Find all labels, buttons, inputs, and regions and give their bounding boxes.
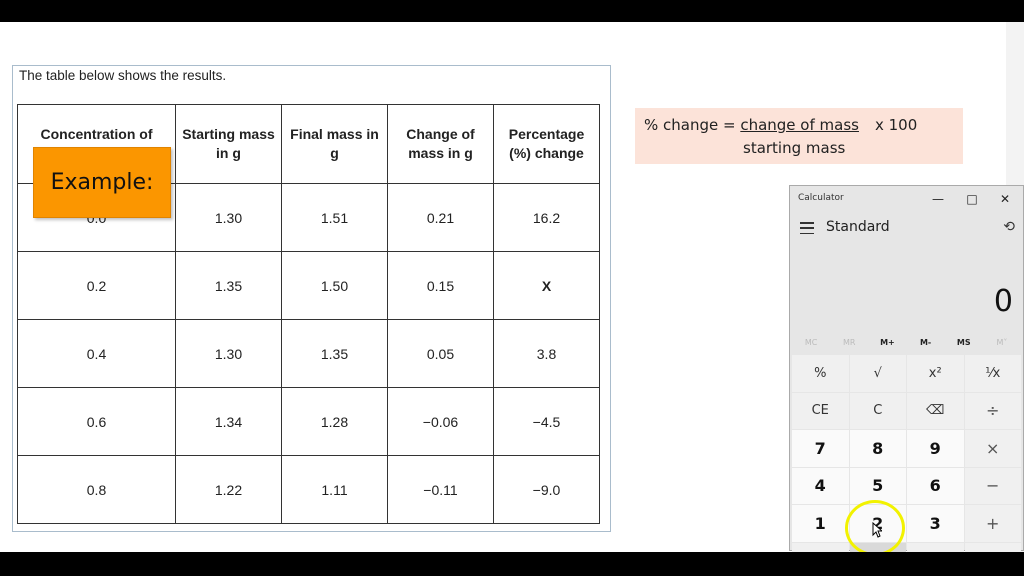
cell-starting-mass: 1.22 xyxy=(175,455,282,524)
document-panel: The table below shows the results. Conce… xyxy=(12,65,611,532)
digit-9-key[interactable]: 9 xyxy=(907,430,964,467)
formula-multiplier: x 100 xyxy=(874,116,918,134)
cell-concentration: 0.6 xyxy=(17,387,176,456)
history-icon[interactable]: ⟲ xyxy=(1003,219,1015,235)
calculator-display: 0 xyxy=(993,284,1013,319)
memory-ms-button[interactable]: MS xyxy=(945,334,983,352)
digit-3-key[interactable]: 3 xyxy=(907,505,964,542)
cell-final-mass: 1.11 xyxy=(281,455,388,524)
cell-final-mass: 1.35 xyxy=(281,319,388,388)
calculator-window: Calculator — □ ✕ Standard ⟲ 0 MC MR M+ M- MS… xyxy=(789,185,1024,552)
cell-change-of-mass: 0.15 xyxy=(387,251,494,320)
digit-2-key[interactable]: 2 xyxy=(849,505,906,542)
cell-final-mass: 1.50 xyxy=(281,251,388,320)
digit-8-key[interactable]: 8 xyxy=(849,430,906,467)
table-row: 0.6 1.34 1.28 −0.06 −4.5 xyxy=(17,387,600,456)
cell-starting-mass: 1.30 xyxy=(175,319,282,388)
formula-denominator: starting mass xyxy=(743,139,846,157)
formula-line-1: % change = change of mass x 100 xyxy=(644,116,917,134)
memory-mr-button: MR xyxy=(843,338,856,347)
backspace-key[interactable]: ⌫ xyxy=(907,392,964,429)
cell-percentage-change: 16.2 xyxy=(493,183,600,252)
cell-starting-mass: 1.35 xyxy=(175,251,282,320)
keypad: %√x²⅟x CEC⌫÷ 789× 456− 123+ ±0.= xyxy=(792,355,1021,552)
example-callout: Example: xyxy=(33,147,171,218)
memory-row: MC MR M+ M- MS M˅ xyxy=(792,334,1021,352)
cell-concentration: 0.4 xyxy=(17,319,176,388)
decimal-key[interactable]: . xyxy=(907,542,964,552)
header-starting-mass: Starting mass in g xyxy=(175,104,282,184)
equals-key[interactable]: = xyxy=(964,542,1021,552)
subtract-key[interactable]: − xyxy=(964,467,1021,504)
hamburger-menu-icon[interactable] xyxy=(800,222,814,234)
cell-concentration: 0.2 xyxy=(17,251,176,320)
intro-text: The table below shows the results. xyxy=(19,68,227,83)
mode-row: Standard ⟲ xyxy=(790,214,1023,244)
digit-1-key[interactable]: 1 xyxy=(792,505,849,542)
cell-percentage-change: −4.5 xyxy=(493,387,600,456)
formula-lhs: % change = xyxy=(644,116,741,134)
memory-m-plus-button[interactable]: M+ xyxy=(868,334,906,352)
calculator-mode: Standard xyxy=(826,219,890,235)
maximize-button[interactable]: □ xyxy=(957,188,987,210)
negate-key[interactable]: ± xyxy=(792,542,849,552)
add-key[interactable]: + xyxy=(964,505,1021,542)
cell-percentage-change: −9.0 xyxy=(493,455,600,524)
table-row: 0.2 1.35 1.50 0.15 X xyxy=(17,251,600,320)
divide-key[interactable]: ÷ xyxy=(964,392,1021,429)
cell-concentration: 0.8 xyxy=(17,455,176,524)
cell-final-mass: 1.28 xyxy=(281,387,388,456)
table-row: 0.8 1.22 1.11 −0.11 −9.0 xyxy=(17,455,600,524)
digit-0-key[interactable]: 0 xyxy=(849,542,906,552)
memory-m-minus-button[interactable]: M- xyxy=(907,334,945,352)
calculator-title: Calculator xyxy=(798,193,844,203)
clear-key[interactable]: C xyxy=(849,392,906,429)
cell-percentage-change: X xyxy=(493,251,600,320)
sqrt-key[interactable]: √ xyxy=(849,355,906,392)
digit-7-key[interactable]: 7 xyxy=(792,430,849,467)
video-frame: The table below shows the results. Conce… xyxy=(0,22,1024,552)
cell-change-of-mass: −0.11 xyxy=(387,455,494,524)
close-button[interactable]: ✕ xyxy=(990,188,1020,210)
digit-5-key[interactable]: 5 xyxy=(849,467,906,504)
header-final-mass: Final mass in g xyxy=(281,104,388,184)
memory-mc-button: MC xyxy=(804,338,818,347)
calculator-titlebar[interactable]: Calculator — □ ✕ xyxy=(790,186,1023,212)
reciprocal-key[interactable]: ⅟x xyxy=(964,355,1021,392)
formula-numerator: change of mass xyxy=(740,116,859,134)
percent-key[interactable]: % xyxy=(792,355,849,392)
cell-starting-mass: 1.30 xyxy=(175,183,282,252)
memory-m-button: M˅ xyxy=(996,338,1008,347)
square-key[interactable]: x² xyxy=(907,355,964,392)
digit-4-key[interactable]: 4 xyxy=(792,467,849,504)
cell-change-of-mass: 0.05 xyxy=(387,319,494,388)
cell-change-of-mass: 0.21 xyxy=(387,183,494,252)
clear-entry-key[interactable]: CE xyxy=(792,392,849,429)
minimize-button[interactable]: — xyxy=(923,188,953,210)
cell-starting-mass: 1.34 xyxy=(175,387,282,456)
percent-change-formula: % change = change of mass x 100 starting … xyxy=(635,108,963,164)
table-row: 0.4 1.30 1.35 0.05 3.8 xyxy=(17,319,600,388)
digit-6-key[interactable]: 6 xyxy=(907,467,964,504)
multiply-key[interactable]: × xyxy=(964,430,1021,467)
header-percentage-change: Percentage (%) change xyxy=(493,104,600,184)
header-change-of-mass: Change of mass in g xyxy=(387,104,494,184)
cell-change-of-mass: −0.06 xyxy=(387,387,494,456)
cell-percentage-change: 3.8 xyxy=(493,319,600,388)
cell-final-mass: 1.51 xyxy=(281,183,388,252)
